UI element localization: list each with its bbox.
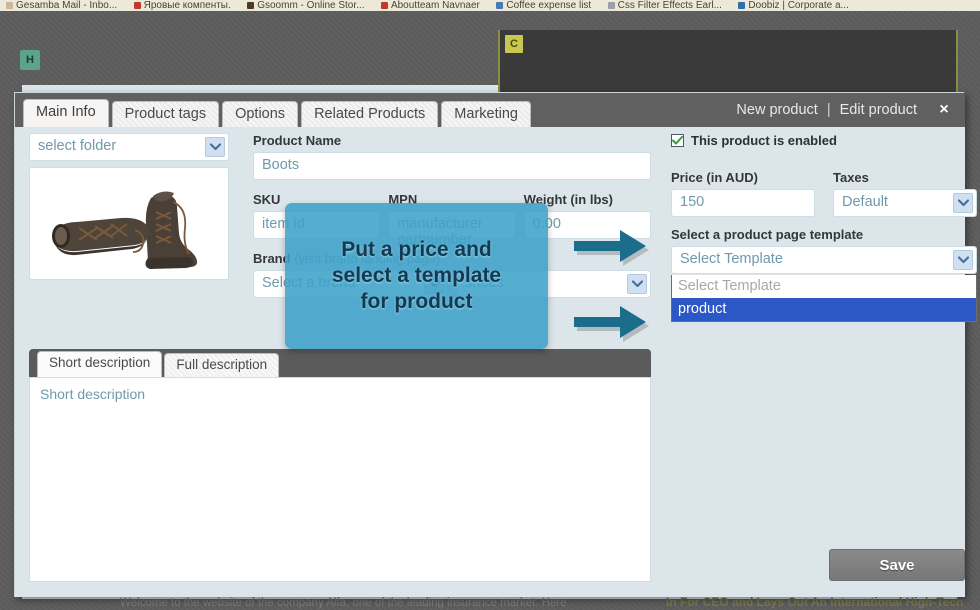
folder-select-wrapper: select folder — [29, 133, 229, 161]
arrow-right-icon — [574, 230, 649, 266]
right-column: This product is enabled Price (in AUD) 1… — [671, 133, 977, 322]
site-footer-text-left: Welcome to the website of the company Al… — [120, 597, 567, 609]
product-enabled-row: This product is enabled — [671, 133, 977, 148]
bookmark-item[interactable]: Gesamba Mail - Inbo... — [0, 0, 123, 11]
boots-photo — [39, 171, 219, 276]
template-option-select-template[interactable]: Select Template — [672, 275, 976, 298]
template-select-wrapper: Select Template — [671, 246, 977, 274]
template-section: Select a product page template Select Te… — [671, 227, 977, 322]
tutorial-callout: Put a price and select a template for pr… — [285, 203, 548, 349]
edit-product-link[interactable]: Edit product — [840, 102, 917, 118]
chevron-down-icon[interactable] — [953, 250, 973, 270]
short-description-textarea[interactable]: Short description — [29, 377, 651, 582]
price-taxes-row: Price (in AUD) 150 Taxes Default — [671, 170, 977, 217]
folder-select[interactable]: select folder — [29, 133, 229, 161]
tab-related-products[interactable]: Related Products — [301, 101, 439, 128]
price-input[interactable]: 150 — [671, 189, 815, 217]
modal-header-links: New product | Edit product — [736, 93, 917, 127]
tab-marketing[interactable]: Marketing — [441, 101, 531, 128]
callout-text: Put a price and select a template for pr… — [331, 238, 502, 313]
bookmark-label: Яровые компенты. — [143, 0, 231, 11]
bookmark-item[interactable]: Css Filter Effects Earl... — [602, 0, 728, 11]
tab-product-tags[interactable]: Product tags — [111, 101, 220, 128]
tab-full-description[interactable]: Full description — [164, 353, 280, 377]
favicon-icon — [6, 2, 13, 9]
modal-body: select folder Product Name Boots SKU ite… — [15, 127, 977, 597]
chevron-down-icon[interactable] — [205, 137, 225, 157]
bookmark-label: Coffee expense list — [506, 0, 592, 11]
template-label: Select a product page template — [671, 227, 864, 242]
site-footer-text-right: In For CEO and Lays Out An International… — [666, 595, 964, 609]
favicon-icon — [247, 2, 255, 9]
bookmark-item[interactable]: Doobiz | Corporate a... — [732, 0, 854, 11]
tab-main-info[interactable]: Main Info — [23, 99, 109, 128]
favicon-icon — [380, 2, 388, 9]
bookmark-label: Css Filter Effects Earl... — [617, 0, 722, 11]
browser-bookmark-bar: Gesamba Mail - Inbo... Яровые компенты. … — [0, 0, 980, 11]
bookmark-item[interactable]: Gsoomm - Online Stor... — [241, 0, 370, 11]
arrow-right-icon — [574, 306, 649, 342]
save-button[interactable]: Save — [829, 549, 965, 581]
favicon-icon — [607, 2, 615, 9]
favicon-icon — [738, 2, 746, 9]
header-separator: | — [826, 102, 831, 118]
highlighted-region-frame: C — [498, 30, 958, 94]
bookmark-label: Gsoomm - Online Stor... — [257, 0, 365, 11]
chevron-down-icon[interactable] — [953, 193, 973, 213]
check-icon — [672, 136, 683, 145]
template-select[interactable]: Select Template — [671, 246, 977, 274]
main-tab-bar: Main Info Product tags Options Related P… — [23, 99, 531, 128]
bookmark-item[interactable]: Яровые компенты. — [128, 0, 237, 11]
chevron-down-icon[interactable] — [627, 274, 647, 294]
left-column: select folder — [29, 133, 229, 280]
template-option-product[interactable]: product — [672, 298, 976, 321]
bookmark-item[interactable]: Coffee expense list — [490, 0, 597, 11]
description-section: Short description Full description Short… — [29, 349, 651, 582]
enabled-label: This product is enabled — [691, 133, 837, 148]
new-product-link[interactable]: New product — [736, 102, 817, 118]
product-image — [29, 167, 229, 280]
hotspot-badge-c[interactable]: C — [505, 35, 523, 53]
favicon-icon — [133, 2, 141, 9]
close-icon[interactable]: × — [935, 102, 953, 120]
template-dropdown-list: Select Template product — [671, 275, 977, 322]
tab-options[interactable]: Options — [222, 101, 299, 128]
price-label: Price (in AUD) — [671, 170, 758, 185]
tab-short-description[interactable]: Short description — [37, 351, 163, 377]
hotspot-badge-h[interactable]: H — [20, 50, 40, 70]
taxes-label: Taxes — [833, 170, 869, 185]
enabled-checkbox[interactable] — [671, 134, 684, 147]
bookmark-item[interactable]: Aboutteam Navnaer — [375, 0, 486, 11]
description-tab-bar: Short description Full description — [29, 349, 651, 377]
favicon-icon — [496, 2, 504, 9]
product-name-label: Product Name — [253, 133, 342, 148]
bookmark-label: Doobiz | Corporate a... — [748, 0, 849, 11]
bookmark-label: Gesamba Mail - Inbo... — [16, 0, 118, 11]
product-name-input[interactable]: Boots — [253, 152, 651, 180]
bookmark-label: Aboutteam Navnaer — [390, 0, 480, 11]
